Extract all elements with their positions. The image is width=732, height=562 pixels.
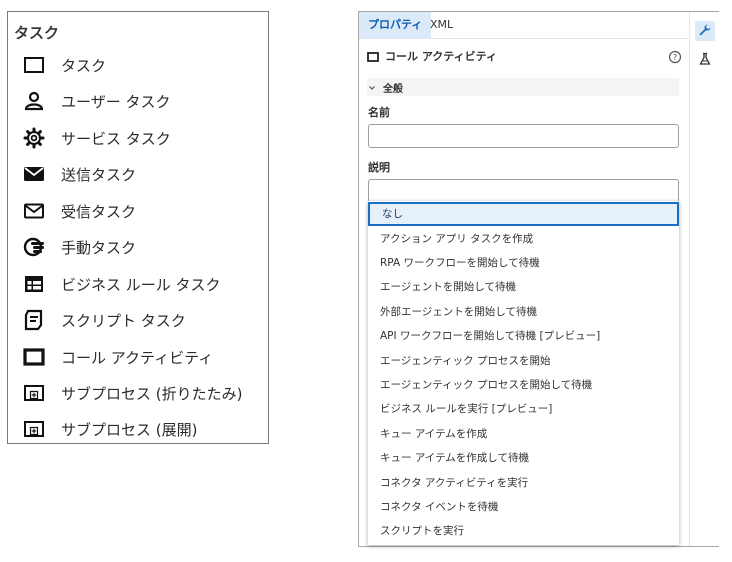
dropdown-option[interactable]: コネクタ イベントを待機 (368, 495, 679, 519)
palette-item-send-task[interactable]: 送信タスク (22, 159, 267, 189)
flask-icon (698, 51, 712, 70)
name-input[interactable] (368, 124, 679, 148)
wrench-icon (698, 22, 712, 41)
section-title: 全般 (383, 83, 403, 95)
dropdown-option[interactable]: RPA ワークフローを開始して待機 (368, 251, 679, 275)
dropdown-option[interactable]: API ワークフローを開始して待機 [プレビュー] (368, 324, 679, 348)
tab-xml[interactable]: XML (421, 12, 462, 38)
palette-item-label: サービス タスク (61, 129, 171, 148)
element-title: コール アクティビティ (385, 50, 497, 63)
task-palette: タスク タスク ユーザー タスク サービス タスク 送信タスク 受信タスク 手動… (7, 11, 269, 444)
table-icon (22, 272, 46, 296)
name-label: 名前 (368, 106, 390, 119)
side-rail (689, 12, 720, 546)
dropdown-option[interactable]: 外部エージェントを開始して待機 (368, 300, 679, 324)
dropdown-option[interactable]: スクリプトを実行 (368, 519, 679, 543)
element-header: コール アクティビティ ? (367, 47, 682, 65)
palette-item-subprocess-expanded[interactable]: サブプロセス (展開) (22, 414, 267, 444)
palette-item-label: ビジネス ルール タスク (61, 275, 221, 294)
dropdown-option[interactable]: エージェンティック プロセスを開始して待機 (368, 373, 679, 397)
palette-item-task[interactable]: タスク (22, 50, 267, 80)
call-activity-icon (22, 345, 46, 369)
gear-icon (22, 126, 46, 150)
dropdown-option[interactable]: キュー アイテムを作成して待機 (368, 446, 679, 470)
palette-item-label: コール アクティビティ (61, 348, 214, 367)
subprocess-expanded-icon (22, 417, 46, 441)
palette-item-label: ユーザー タスク (61, 92, 171, 111)
palette-item-label: サブプロセス (展開) (61, 420, 198, 439)
palette-item-label: サブプロセス (折りたたみ) (61, 384, 243, 403)
help-icon[interactable]: ? (668, 49, 682, 64)
properties-panel: プロパティ XML コール アクティビティ ? 全般 名前 説明 なし アクショ… (358, 11, 720, 547)
palette-item-service-task[interactable]: サービス タスク (22, 123, 267, 153)
envelope-filled-icon (22, 162, 46, 186)
section-general-toggle[interactable]: 全般 (367, 78, 679, 96)
call-activity-icon (367, 47, 379, 66)
dropdown-option[interactable]: コネクタ アクティビティを実行 (368, 471, 679, 495)
palette-item-script-task[interactable]: スクリプト タスク (22, 305, 267, 335)
description-input[interactable] (368, 179, 679, 203)
palette-item-user-task[interactable]: ユーザー タスク (22, 86, 267, 116)
palette-title: タスク (14, 24, 60, 42)
palette-item-label: スクリプト タスク (61, 311, 186, 330)
dropdown-option[interactable]: エージェントを開始して待機 (368, 275, 679, 299)
task-icon (22, 53, 46, 77)
palette-item-subprocess-collapsed[interactable]: サブプロセス (折りたたみ) (22, 378, 267, 408)
description-label: 説明 (368, 161, 390, 174)
dropdown-option[interactable]: キュー アイテムを作成 (368, 422, 679, 446)
panel-tabs: プロパティ XML (359, 12, 688, 39)
rail-test-button[interactable] (695, 50, 715, 70)
dropdown-option[interactable]: なし (368, 202, 679, 226)
dropdown-option[interactable]: ビジネス ルールを実行 [プレビュー] (368, 397, 679, 421)
dropdown-option[interactable]: アクション アプリ タスクを作成 (368, 227, 679, 251)
palette-item-business-rule-task[interactable]: ビジネス ルール タスク (22, 269, 267, 299)
envelope-outline-icon (22, 199, 46, 223)
palette-item-label: 送信タスク (61, 165, 137, 184)
action-type-dropdown: なし アクション アプリ タスクを作成 RPA ワークフローを開始して待機 エー… (368, 201, 679, 545)
palette-item-label: タスク (61, 56, 107, 75)
svg-text:?: ? (673, 53, 677, 62)
palette-item-call-activity[interactable]: コール アクティビティ (22, 342, 267, 372)
palette-item-label: 受信タスク (61, 202, 137, 221)
subprocess-collapsed-icon (22, 381, 46, 405)
palette-item-receive-task[interactable]: 受信タスク (22, 196, 267, 226)
hand-icon (22, 235, 46, 259)
palette-item-manual-task[interactable]: 手動タスク (22, 232, 267, 262)
rail-properties-button[interactable] (695, 21, 715, 41)
chevron-down-icon (367, 78, 377, 97)
user-icon (22, 89, 46, 113)
dropdown-option[interactable]: エージェンティック プロセスを開始 (368, 349, 679, 373)
palette-item-label: 手動タスク (61, 238, 137, 257)
script-icon (22, 308, 46, 332)
